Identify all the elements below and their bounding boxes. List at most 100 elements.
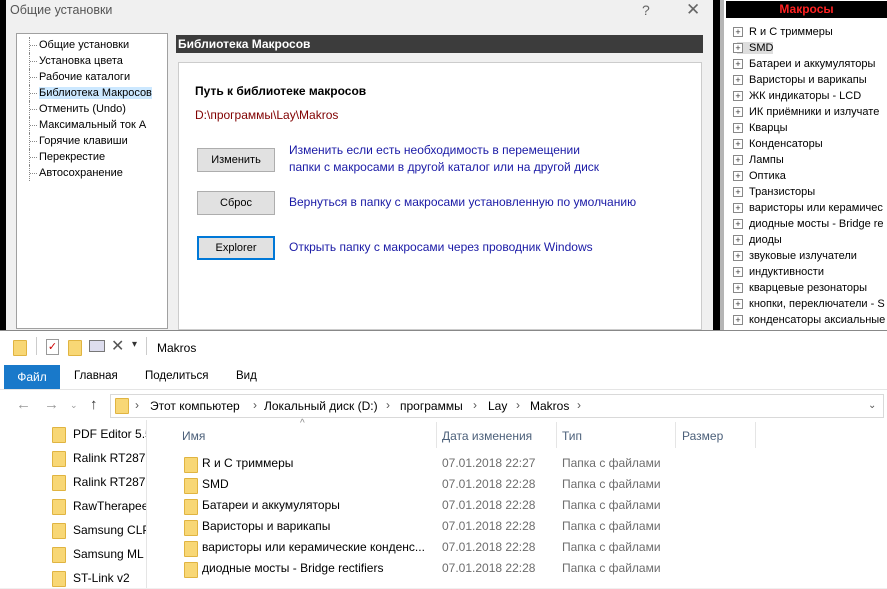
address-bar[interactable]: › Этот компьютер › Локальный диск (D:) ›… [110, 394, 884, 418]
expand-icon[interactable]: + [733, 107, 743, 117]
file-row[interactable]: SMD 07.01.2018 22:28 Папка с файлами [180, 474, 887, 495]
tree-item-work-dirs[interactable]: Рабочие каталоги [21, 69, 130, 85]
expand-icon[interactable]: + [733, 203, 743, 213]
column-divider[interactable] [675, 422, 676, 448]
recent-chevron-icon[interactable]: ⌄ [70, 400, 78, 411]
chevron-down-icon[interactable]: ▾ [132, 339, 137, 350]
tree-item-colors[interactable]: Установка цвета [21, 53, 123, 69]
tab-file[interactable]: Файл [4, 365, 60, 389]
help-button[interactable]: ? [642, 2, 650, 18]
properties-icon[interactable]: ✓ [46, 339, 59, 355]
column-divider[interactable] [436, 422, 437, 448]
folder-icon [184, 499, 198, 515]
macro-item-label: Лампы [749, 154, 784, 166]
expand-icon[interactable]: + [733, 235, 743, 245]
macro-item[interactable]: + варисторы или керамичес [733, 200, 883, 216]
column-header-size[interactable]: Размер [682, 429, 723, 443]
macro-item[interactable]: + Транзисторы [733, 184, 815, 200]
explorer-button[interactable]: Explorer [197, 236, 275, 260]
delete-icon[interactable]: ✕ [111, 336, 124, 356]
expand-icon[interactable]: + [733, 43, 743, 53]
column-divider[interactable] [556, 422, 557, 448]
close-button[interactable]: ✕ [686, 0, 700, 20]
column-header-type[interactable]: Тип [562, 429, 582, 443]
file-row[interactable]: Варисторы и варикапы 07.01.2018 22:28 Папк… [180, 516, 887, 537]
nav-folder-item[interactable]: Samsung CLP [52, 519, 146, 541]
change-button[interactable]: Изменить [197, 148, 275, 172]
expand-icon[interactable]: + [733, 187, 743, 197]
file-row[interactable]: Батареи и аккумуляторы 07.01.2018 22:28 Па… [180, 495, 887, 516]
macro-item[interactable]: + Оптика [733, 168, 786, 184]
macro-item[interactable]: + диоды [733, 232, 782, 248]
tab-share[interactable]: Поделиться [145, 370, 209, 382]
macro-item[interactable]: + индуктивности [733, 264, 824, 280]
nav-folder-item[interactable]: Samsung ML [52, 543, 146, 565]
macro-item[interactable]: + кнопки, переключатели - S [733, 296, 885, 312]
column-header-name[interactable]: Имя [182, 429, 205, 443]
window-title: Makros [157, 341, 197, 355]
macro-item[interactable]: + Конденсаторы [733, 136, 823, 152]
tab-view[interactable]: Вид [236, 370, 257, 382]
reset-button[interactable]: Сброс [197, 191, 275, 215]
expand-icon[interactable]: + [733, 123, 743, 133]
breadcrumb-makros[interactable]: Makros [530, 399, 569, 413]
expand-icon[interactable]: + [733, 139, 743, 149]
macro-item[interactable]: + ИК приёмники и излучате [733, 104, 879, 120]
expand-icon[interactable]: + [733, 155, 743, 165]
macro-item[interactable]: + Батареи и аккумуляторы [733, 56, 875, 72]
expand-icon[interactable]: + [733, 299, 743, 309]
expand-icon[interactable]: + [733, 59, 743, 69]
file-row[interactable]: варисторы или керамические конденс... 07.… [180, 537, 887, 558]
expand-icon[interactable]: + [733, 251, 743, 261]
tree-item-undo[interactable]: Отменить (Undo) [21, 101, 126, 117]
file-row[interactable]: R и C триммеры 07.01.2018 22:27 Папка с фа… [180, 453, 887, 474]
tree-item-crosshair[interactable]: Перекрестие [21, 149, 105, 165]
expand-icon[interactable]: + [733, 315, 743, 325]
expand-icon[interactable]: + [733, 171, 743, 181]
nav-folder-item[interactable]: RawTherapee [52, 495, 146, 517]
expand-icon[interactable]: + [733, 27, 743, 37]
breadcrumb-programs[interactable]: программы [400, 399, 463, 413]
nav-folder-item[interactable]: Ralink RT2870 [52, 447, 146, 469]
expand-icon[interactable]: + [733, 283, 743, 293]
tree-item-max-current[interactable]: Максимальный ток A [21, 117, 146, 133]
column-header-date[interactable]: Дата изменения [442, 429, 532, 443]
settings-tree: Общие установки Установка цвета Рабочие … [16, 33, 168, 329]
macro-item[interactable]: + кварцевые резонаторы [733, 280, 867, 296]
tree-item-general[interactable]: Общие установки [21, 37, 129, 53]
nav-folder-item[interactable]: Ralink RT2870 [52, 471, 146, 493]
macro-item-label: варисторы или керамичес [749, 202, 883, 214]
back-icon[interactable]: ← [16, 396, 31, 413]
forward-icon[interactable]: → [44, 396, 59, 413]
macro-item[interactable]: + Кварцы [733, 120, 788, 136]
tree-item-hotkeys[interactable]: Горячие клавиши [21, 133, 128, 149]
macro-item[interactable]: + Лампы [733, 152, 784, 168]
macro-item[interactable]: + Варисторы и варикапы [733, 72, 867, 88]
macro-item[interactable]: + ЖК индикаторы - LCD [733, 88, 861, 104]
file-row[interactable]: диодные мосты - Bridge rectifiers 07.01.2… [180, 558, 887, 579]
dialog-title: Общие установки [10, 3, 113, 17]
expand-icon[interactable]: + [733, 91, 743, 101]
rename-icon[interactable] [89, 340, 105, 352]
pane-splitter[interactable] [146, 420, 147, 588]
macro-item[interactable]: + конденсаторы аксиальные [733, 312, 885, 328]
breadcrumb-drive-d[interactable]: Локальный диск (D:) [264, 399, 378, 413]
macro-item[interactable]: + R и C триммеры [733, 24, 833, 40]
breadcrumb-lay[interactable]: Lay [488, 399, 507, 413]
tree-item-macro-library[interactable]: Библиотека Макросов [21, 85, 152, 101]
macro-item[interactable]: + диодные мосты - Bridge re [733, 216, 884, 232]
expand-icon[interactable]: + [733, 267, 743, 277]
address-dropdown-icon[interactable]: ⌄ [868, 400, 876, 411]
nav-folder-item[interactable]: PDF Editor 5.5 [52, 423, 146, 445]
expand-icon[interactable]: + [733, 219, 743, 229]
column-divider[interactable] [755, 422, 756, 448]
new-folder-icon[interactable] [68, 340, 82, 356]
macro-item[interactable]: + SMD [733, 40, 774, 56]
nav-folder-item[interactable]: ST-Link v2 [52, 567, 146, 589]
expand-icon[interactable]: + [733, 75, 743, 85]
tree-item-autosave[interactable]: Автосохранение [21, 165, 123, 181]
up-icon[interactable]: ↑ [90, 396, 98, 413]
macro-item[interactable]: + звуковые излучатели [733, 248, 857, 264]
breadcrumb-this-pc[interactable]: Этот компьютер [150, 399, 240, 413]
tab-home[interactable]: Главная [74, 370, 118, 382]
